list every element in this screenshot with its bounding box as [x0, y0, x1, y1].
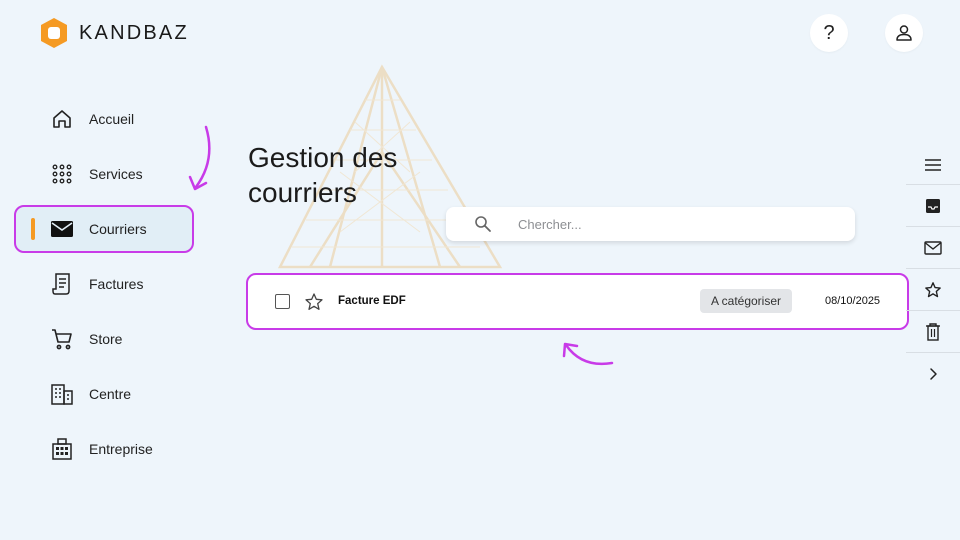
sidebar-item-label: Centre [89, 386, 132, 402]
sidebar-item-label: Factures [89, 276, 144, 292]
chevron-right-icon [930, 368, 937, 380]
mail-row[interactable]: Facture EDF A catégoriser 08/10/2025 [246, 273, 909, 330]
search-icon [475, 216, 491, 232]
favorites-button[interactable] [906, 269, 960, 311]
star-icon[interactable] [304, 292, 324, 312]
sidebar-item-label: Accueil [89, 111, 135, 127]
kandbaz-logo-icon [41, 18, 67, 48]
app-logo[interactable]: KANDBAZ [38, 17, 189, 49]
mail-date: 08/10/2025 [825, 295, 881, 307]
grid-dots-icon [50, 162, 74, 186]
sidebar-item-label: Entreprise [89, 441, 153, 457]
building-icon [50, 382, 74, 406]
active-indicator [31, 218, 35, 240]
mail-subject: Facture EDF [338, 295, 406, 307]
sidebar-item-label: Services [89, 166, 143, 182]
invoice-icon [50, 272, 74, 296]
star-icon [925, 281, 941, 297]
mail-checkbox[interactable] [275, 294, 290, 309]
sidebar: Accueil Services Courriers Factures Stor… [14, 95, 196, 480]
annotation-arrow-icon [188, 125, 211, 191]
sidebar-item-factures[interactable]: Factures [14, 260, 196, 308]
mail-icon [924, 240, 942, 255]
sidebar-item-label: Store [89, 331, 123, 347]
search-bar[interactable] [446, 207, 855, 241]
sidebar-item-centre[interactable]: Centre [14, 370, 196, 418]
sidebar-item-services[interactable]: Services [14, 150, 196, 198]
sidebar-item-label: Courriers [89, 221, 147, 237]
right-toolbar [906, 145, 960, 395]
mail-button[interactable] [906, 227, 960, 269]
user-icon [896, 25, 912, 41]
search-input[interactable] [518, 213, 838, 235]
inbox-icon [926, 198, 940, 213]
annotation-arrow-icon [562, 342, 614, 366]
home-icon [50, 107, 74, 131]
sidebar-item-accueil[interactable]: Accueil [14, 95, 196, 143]
expand-button[interactable] [906, 353, 960, 395]
inbox-button[interactable] [906, 185, 960, 227]
question-icon: ? [823, 21, 835, 44]
menu-button[interactable] [906, 145, 960, 185]
help-button[interactable]: ? [810, 14, 848, 52]
page-title: Gestion des courriers [248, 142, 398, 208]
mail-icon [50, 217, 74, 241]
sidebar-item-courriers[interactable]: Courriers [14, 205, 194, 253]
sidebar-item-entreprise[interactable]: Entreprise [14, 425, 196, 473]
sidebar-item-store[interactable]: Store [14, 315, 196, 363]
menu-icon [925, 158, 941, 171]
cart-icon [50, 327, 74, 351]
profile-button[interactable] [885, 14, 923, 52]
category-badge[interactable]: A catégoriser [700, 289, 792, 313]
app-name: KANDBAZ [79, 21, 189, 44]
trash-button[interactable] [906, 311, 960, 353]
company-icon [50, 437, 74, 461]
trash-icon [926, 322, 940, 341]
